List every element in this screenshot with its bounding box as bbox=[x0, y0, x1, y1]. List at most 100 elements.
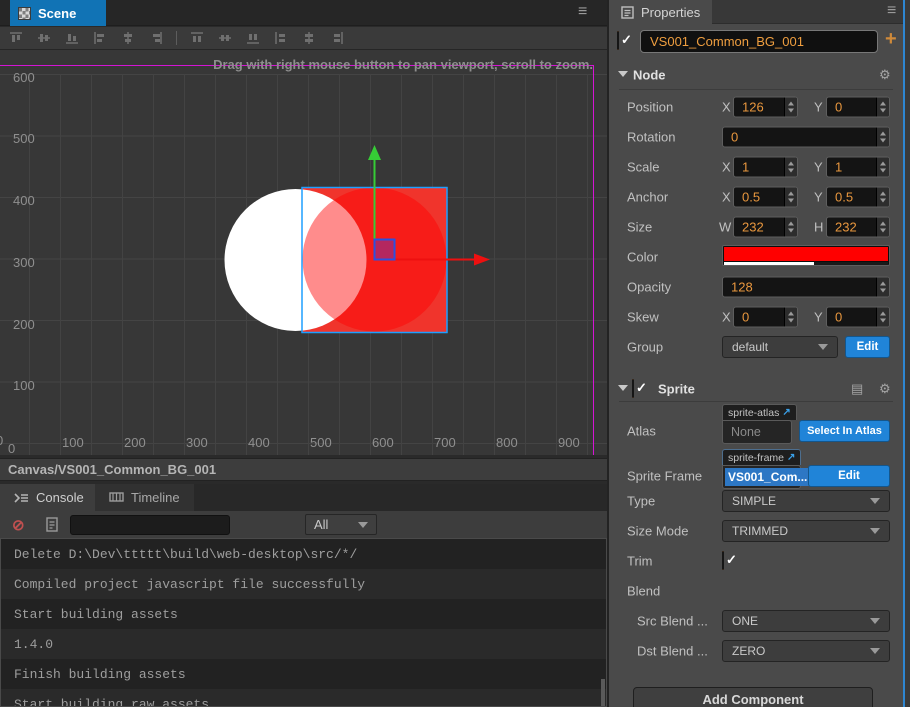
scale-x-value[interactable]: 1 bbox=[734, 160, 784, 175]
align-bottom-icon[interactable] bbox=[64, 30, 80, 46]
size-h-stepper[interactable] bbox=[876, 218, 889, 237]
distribute-h-center-icon[interactable] bbox=[301, 30, 317, 46]
align-h-center-icon[interactable] bbox=[120, 30, 136, 46]
scene-menu-icon[interactable]: ≡ bbox=[578, 7, 587, 17]
position-y-stepper[interactable] bbox=[876, 98, 889, 117]
group-edit-button[interactable]: Edit bbox=[845, 336, 890, 358]
distribute-bottom-icon[interactable] bbox=[245, 30, 261, 46]
size-h-field[interactable]: 232 bbox=[826, 217, 890, 238]
position-y-value[interactable]: 0 bbox=[827, 100, 876, 115]
sprite-copy-icon[interactable]: ▤ bbox=[851, 381, 863, 397]
add-component-button[interactable]: Add Component bbox=[633, 687, 873, 707]
properties-menu-icon[interactable]: ≡ bbox=[887, 6, 896, 16]
align-v-center-icon[interactable] bbox=[36, 30, 52, 46]
align-right-icon[interactable] bbox=[148, 30, 164, 46]
scale-x-stepper[interactable] bbox=[784, 158, 797, 177]
tab-properties[interactable]: Properties bbox=[609, 0, 712, 24]
skew-x-value[interactable]: 0 bbox=[734, 310, 784, 325]
type-dropdown[interactable]: SIMPLE bbox=[722, 490, 890, 512]
position-x-field[interactable]: 126 bbox=[733, 97, 798, 118]
position-x-stepper[interactable] bbox=[784, 98, 797, 117]
node-section-header[interactable]: Node ⚙ bbox=[609, 62, 903, 88]
log-line[interactable]: Start building raw assets bbox=[1, 689, 606, 707]
scale-x-field[interactable]: 1 bbox=[733, 157, 798, 178]
move-gizmo-y-arrowhead[interactable] bbox=[368, 145, 381, 160]
size-w-field[interactable]: 232 bbox=[733, 217, 798, 238]
tab-console[interactable]: Console bbox=[0, 484, 98, 511]
size-h-value[interactable]: 232 bbox=[827, 220, 876, 235]
scale-y-value[interactable]: 1 bbox=[827, 160, 876, 175]
sprite-section-header[interactable]: Sprite ▤ ⚙ bbox=[609, 376, 903, 402]
anchor-gizmo[interactable] bbox=[375, 240, 395, 260]
collapse-arrow-icon[interactable] bbox=[618, 71, 628, 77]
align-top-icon[interactable] bbox=[8, 30, 24, 46]
anchor-y-value[interactable]: 0.5 bbox=[827, 190, 876, 205]
opacity-value[interactable]: 128 bbox=[723, 280, 876, 295]
console-log-area[interactable]: Delete D:\Dev\ttttt\build\web-desktop\sr… bbox=[0, 538, 607, 707]
scale-y-field[interactable]: 1 bbox=[826, 157, 890, 178]
x-axis-letter: X bbox=[722, 160, 731, 175]
sprite-gear-icon[interactable]: ⚙ bbox=[879, 381, 891, 397]
distribute-top-icon[interactable] bbox=[189, 30, 205, 46]
scale-y-stepper[interactable] bbox=[876, 158, 889, 177]
scene-viewport[interactable]: 600 500 400 300 200 100 0 0 100 200 300 … bbox=[0, 50, 607, 455]
position-y-field[interactable]: 0 bbox=[826, 97, 890, 118]
node-name-input[interactable] bbox=[640, 30, 878, 53]
anchor-y-field[interactable]: 0.5 bbox=[826, 187, 890, 208]
anchor-x-value[interactable]: 0.5 bbox=[734, 190, 784, 205]
move-gizmo-x-arrowhead[interactable] bbox=[474, 254, 490, 266]
log-line[interactable]: Compiled project javascript file success… bbox=[1, 569, 606, 599]
tab-timeline[interactable]: Timeline bbox=[95, 484, 194, 511]
group-dropdown[interactable]: default bbox=[722, 336, 838, 358]
rotation-stepper[interactable] bbox=[876, 128, 889, 147]
log-line[interactable]: Start building assets bbox=[1, 599, 606, 629]
skew-y-field[interactable]: 0 bbox=[826, 307, 890, 328]
log-filter-dropdown[interactable]: All bbox=[305, 514, 377, 535]
log-line[interactable]: 1.4.0 bbox=[1, 629, 606, 659]
size-mode-dropdown[interactable]: TRIMMED bbox=[722, 520, 890, 542]
sprite-frame-edit-button[interactable]: Edit bbox=[808, 465, 890, 487]
add-node-button[interactable]: + bbox=[885, 28, 897, 51]
rotation-field[interactable]: 0 bbox=[722, 127, 890, 148]
src-blend-row: Src Blend ... ONE bbox=[609, 606, 903, 636]
sprite-enabled-checkbox[interactable] bbox=[632, 379, 634, 398]
properties-panel: Properties ≡ + Node ⚙ Position X 126 Y 0 bbox=[609, 0, 903, 707]
open-log-file-icon[interactable] bbox=[46, 517, 59, 532]
clear-console-icon[interactable]: ⊘ bbox=[12, 516, 25, 534]
sprite-frame-value[interactable]: VS001_Com... bbox=[725, 468, 810, 486]
opacity-stepper[interactable] bbox=[876, 278, 889, 297]
chevron-down-icon bbox=[870, 528, 880, 534]
node-active-checkbox[interactable] bbox=[617, 31, 619, 50]
skew-x-field[interactable]: 0 bbox=[733, 307, 798, 328]
distribute-left-icon[interactable] bbox=[273, 30, 289, 46]
position-x-value[interactable]: 126 bbox=[734, 100, 784, 115]
select-in-atlas-button[interactable]: Select In Atlas bbox=[799, 420, 890, 442]
console-scrollbar[interactable] bbox=[601, 679, 605, 707]
distribute-v-center-icon[interactable] bbox=[217, 30, 233, 46]
opacity-field[interactable]: 128 bbox=[722, 277, 890, 298]
dst-blend-dropdown[interactable]: ZERO bbox=[722, 640, 890, 662]
collapse-arrow-icon[interactable] bbox=[618, 385, 628, 391]
atlas-field[interactable]: None bbox=[722, 420, 792, 444]
scene-align-toolbar bbox=[0, 27, 607, 50]
skew-y-stepper[interactable] bbox=[876, 308, 889, 327]
anchor-y-stepper[interactable] bbox=[876, 188, 889, 207]
src-blend-dropdown[interactable]: ONE bbox=[722, 610, 890, 632]
skew-x-stepper[interactable] bbox=[784, 308, 797, 327]
skew-y-value[interactable]: 0 bbox=[827, 310, 876, 325]
log-line[interactable]: Finish building assets bbox=[1, 659, 606, 689]
node-gear-icon[interactable]: ⚙ bbox=[879, 67, 891, 83]
distribute-right-icon[interactable] bbox=[329, 30, 345, 46]
color-swatch[interactable] bbox=[722, 245, 890, 266]
breadcrumb[interactable]: Canvas/VS001_Common_BG_001 bbox=[8, 462, 216, 477]
align-left-icon[interactable] bbox=[92, 30, 108, 46]
size-w-stepper[interactable] bbox=[784, 218, 797, 237]
console-search-input[interactable] bbox=[70, 515, 230, 535]
tab-scene[interactable]: Scene bbox=[10, 0, 106, 26]
log-line[interactable]: Delete D:\Dev\ttttt\build\web-desktop\sr… bbox=[1, 539, 606, 569]
trim-checkbox[interactable] bbox=[722, 551, 724, 570]
anchor-x-stepper[interactable] bbox=[784, 188, 797, 207]
size-w-value[interactable]: 232 bbox=[734, 220, 784, 235]
rotation-value[interactable]: 0 bbox=[723, 130, 876, 145]
anchor-x-field[interactable]: 0.5 bbox=[733, 187, 798, 208]
